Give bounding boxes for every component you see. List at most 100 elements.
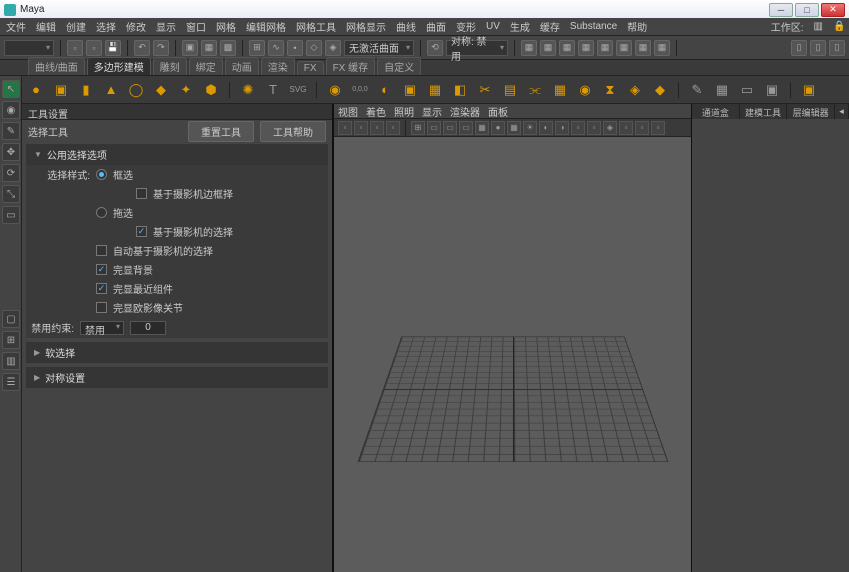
vp-exposure-icon[interactable]: ▫: [651, 121, 665, 135]
render-view-icon[interactable]: ▦: [578, 40, 594, 56]
quad-draw-icon[interactable]: ▦: [550, 80, 570, 100]
move-tool-icon[interactable]: ✥: [2, 143, 20, 161]
shelf-tab-poly[interactable]: 多边形建模: [87, 57, 151, 75]
vp-isolate-icon[interactable]: ▫: [619, 121, 633, 135]
save-scene-icon[interactable]: 💾: [105, 40, 121, 56]
vp-safe-icon[interactable]: ▭: [459, 121, 473, 135]
select-tool-icon[interactable]: ↖: [2, 80, 20, 98]
poly-torus-icon[interactable]: ◯: [126, 80, 146, 100]
boolean-icon[interactable]: ◐: [375, 80, 395, 100]
ipr-icon[interactable]: ▦: [540, 40, 556, 56]
uv-editor-icon[interactable]: ▦: [712, 80, 732, 100]
vp-light-icon[interactable]: ☀: [523, 121, 537, 135]
menu-edit-mesh[interactable]: 编辑网格: [246, 19, 286, 34]
poly-cone-icon[interactable]: ▲: [101, 80, 121, 100]
vp-wireframe-icon[interactable]: ▦: [475, 121, 489, 135]
separate-icon[interactable]: 0,0,0: [350, 80, 370, 100]
shelf-tab-curves[interactable]: 曲线/曲面: [28, 57, 85, 75]
lasso-tool-icon[interactable]: ◉: [2, 101, 20, 119]
bridge-icon[interactable]: ▦: [425, 80, 445, 100]
drag-radio[interactable]: [96, 207, 107, 218]
poly-sphere-icon[interactable]: ●: [26, 80, 46, 100]
minimize-button[interactable]: ─: [769, 3, 793, 17]
symmetry-dropdown[interactable]: 对称: 禁用: [446, 40, 508, 56]
vp-image-plane-icon[interactable]: ▫: [386, 121, 400, 135]
history-icon[interactable]: ⟲: [427, 40, 443, 56]
menu-cache[interactable]: 缓存: [540, 19, 560, 34]
vp-menu-view[interactable]: 视图: [338, 104, 358, 119]
rotate-tool-icon[interactable]: ⟳: [2, 164, 20, 182]
close-button[interactable]: ✕: [821, 3, 845, 17]
poly-plane-icon[interactable]: ◆: [151, 80, 171, 100]
extrude-icon[interactable]: ▣: [400, 80, 420, 100]
vp-film-gate-icon[interactable]: ▭: [427, 121, 441, 135]
undo-icon[interactable]: ↶: [134, 40, 150, 56]
paint-select-tool-icon[interactable]: ✎: [2, 122, 20, 140]
vp-select-cam-icon[interactable]: ▫: [338, 121, 352, 135]
menu-mesh-tools[interactable]: 网格工具: [296, 19, 336, 34]
maximize-button[interactable]: □: [795, 3, 819, 17]
insert-edge-icon[interactable]: ▤: [500, 80, 520, 100]
menu-curves[interactable]: 曲线: [396, 19, 416, 34]
vp-xray-icon[interactable]: ◈: [603, 121, 617, 135]
reset-tool-button[interactable]: 重置工具: [188, 121, 254, 142]
connect-icon[interactable]: ⫘: [525, 80, 545, 100]
lock-icon[interactable]: 🔒: [833, 21, 843, 32]
menu-uv[interactable]: UV: [486, 21, 500, 32]
subdiv-icon[interactable]: ◈: [625, 80, 645, 100]
scale-tool-icon[interactable]: ⤡: [2, 185, 20, 203]
vp-menu-renderer[interactable]: 渲染器: [450, 104, 480, 119]
cam-marquee-check[interactable]: [136, 188, 147, 199]
vp-lock-cam-icon[interactable]: ▫: [354, 121, 368, 135]
shelf-tab-render[interactable]: 渲染: [261, 57, 295, 75]
smooth-icon[interactable]: ◉: [575, 80, 595, 100]
shelf-tab-anim[interactable]: 动画: [225, 57, 259, 75]
tab-layer-editor[interactable]: 层编辑器: [787, 104, 835, 119]
snap-point-icon[interactable]: •: [287, 40, 303, 56]
disable-value-input[interactable]: 0: [130, 321, 166, 335]
graph-editor-icon[interactable]: ▦: [654, 40, 670, 56]
render-settings-icon[interactable]: ▦: [559, 40, 575, 56]
menu-substance[interactable]: Substance: [570, 21, 617, 32]
poly-cube-icon[interactable]: ▣: [51, 80, 71, 100]
sidebar-toggle-icon[interactable]: ▥: [814, 21, 823, 32]
menu-file[interactable]: 文件: [6, 19, 26, 34]
redo-icon[interactable]: ↷: [153, 40, 169, 56]
select-hierarchy-icon[interactable]: ▣: [182, 40, 198, 56]
shelf-tab-fx[interactable]: FX: [297, 61, 324, 75]
snap-plane-icon[interactable]: ◇: [306, 40, 322, 56]
type-text-icon[interactable]: T: [263, 80, 283, 100]
menu-generate[interactable]: 生成: [510, 19, 530, 34]
disable-dropdown[interactable]: 禁用: [80, 321, 124, 335]
vp-gate-mask-icon[interactable]: ▭: [443, 121, 457, 135]
menuset-dropdown[interactable]: [4, 40, 54, 56]
layout-four-icon[interactable]: ⊞: [2, 331, 20, 349]
menu-help[interactable]: 帮助: [627, 19, 647, 34]
menu-edit[interactable]: 编辑: [36, 19, 56, 34]
light-editor-icon[interactable]: ▦: [616, 40, 632, 56]
svg-icon[interactable]: SVG: [288, 80, 308, 100]
layout-two-icon[interactable]: ▥: [2, 352, 20, 370]
poly-disc-icon[interactable]: ✦: [176, 80, 196, 100]
shelf-tab-rigging[interactable]: 绑定: [189, 57, 223, 75]
vp-grid-icon[interactable]: ⊞: [411, 121, 425, 135]
vp-shaded-icon[interactable]: ●: [491, 121, 505, 135]
sculpt-icon[interactable]: ✎: [687, 80, 707, 100]
new-scene-icon[interactable]: ▫: [67, 40, 83, 56]
vp-x-joints-icon[interactable]: ▫: [635, 121, 649, 135]
tool-help-button[interactable]: 工具帮助: [260, 121, 326, 142]
highlight-bg-check[interactable]: [96, 264, 107, 275]
soft-select-header[interactable]: 软选择: [26, 342, 328, 363]
menu-windows[interactable]: 窗口: [186, 19, 206, 34]
auto-uv-icon[interactable]: ▣: [762, 80, 782, 100]
panel-collapse-icon[interactable]: ◂: [835, 104, 849, 119]
poly-type-icon[interactable]: ✺: [238, 80, 258, 100]
mirror-icon[interactable]: ⧗: [600, 80, 620, 100]
vp-menu-shading[interactable]: 着色: [366, 104, 386, 119]
menu-create[interactable]: 创建: [66, 19, 86, 34]
shelf-tab-sculpt[interactable]: 雕刻: [153, 57, 187, 75]
combine-icon[interactable]: ◉: [325, 80, 345, 100]
panel-layout3-icon[interactable]: ▯: [829, 40, 845, 56]
vp-texture-icon[interactable]: ▦: [507, 121, 521, 135]
vp-menu-show[interactable]: 显示: [422, 104, 442, 119]
